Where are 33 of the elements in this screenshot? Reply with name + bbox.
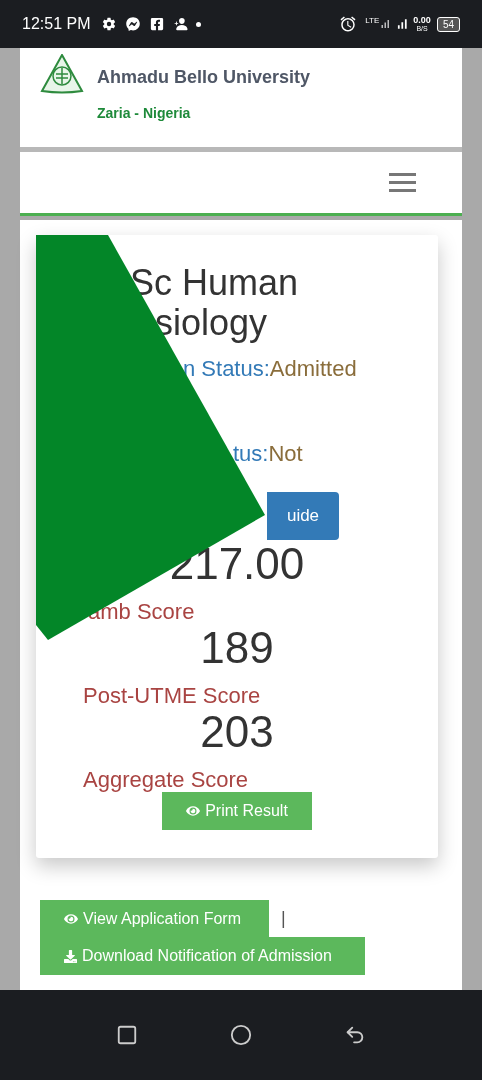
logo-icon [40,54,84,94]
facebook-icon [150,17,165,31]
site-title: Ahmadu Bello University [97,66,311,89]
download-icon [64,949,77,963]
eye-icon [64,911,78,926]
signal-icon [395,17,410,31]
score-value: 189 [200,624,274,672]
network-type: LTE [365,15,380,27]
view-application-button[interactable]: View Application Form [40,900,269,937]
site-subtitle: Zaria - Nigeria [97,104,192,123]
separator: | [281,907,286,930]
chat-icon [126,17,141,31]
guide-button[interactable]: uide [267,492,339,540]
recents-button[interactable] [116,1024,138,1046]
back-button[interactable] [344,1024,366,1046]
score-value: 203 [200,708,274,756]
download-notification-button[interactable]: Download Notification of Admission [40,937,365,975]
battery-indicator: 54 [436,16,460,32]
settings-icon [102,17,117,31]
score-label: Post-UTME Score [83,684,262,708]
person-add-icon [174,17,189,31]
program-title: siology [155,303,269,343]
clock-time: 12:51 PM [22,14,91,34]
status-line: n Status:Admitted [183,355,358,383]
eye-icon [186,804,201,818]
print-result-button[interactable]: Print Result [162,792,312,830]
signal-icon [379,18,392,30]
home-button[interactable] [230,1024,252,1046]
score-label: Aggregate Score [83,768,250,792]
speed-value: 0.00 [413,16,431,25]
status-line: tus:Not [233,440,304,468]
alarm-icon [339,15,358,33]
menu-button[interactable] [389,173,416,192]
